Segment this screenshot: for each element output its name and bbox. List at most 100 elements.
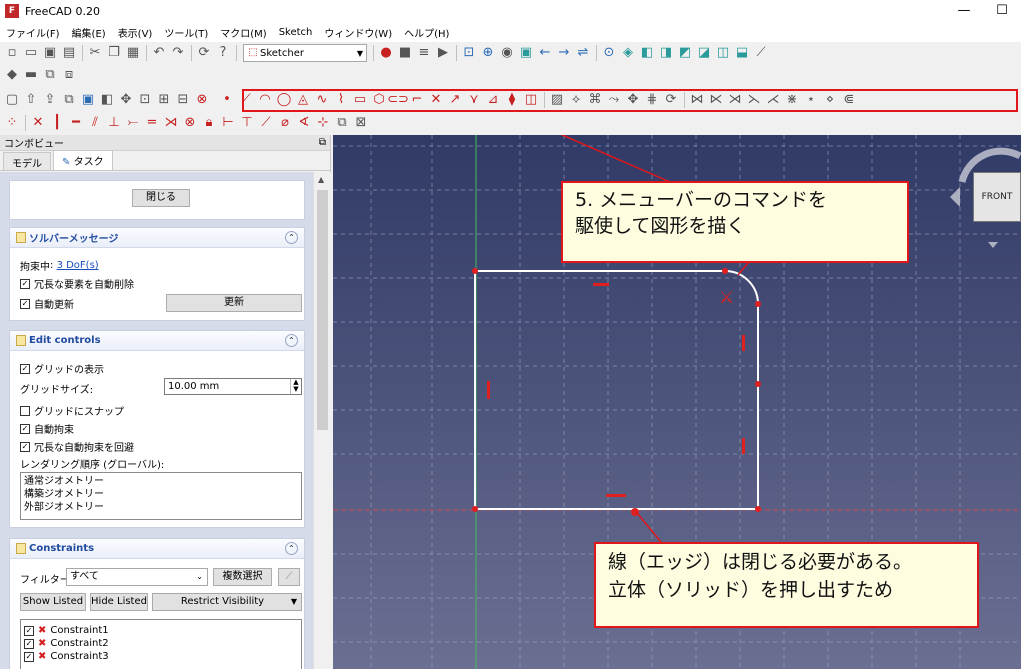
horizontal-constraint-icon[interactable] xyxy=(606,494,626,497)
table-row[interactable]: ✓ ✖ Constraint3 xyxy=(24,650,298,663)
stop-operation-icon[interactable]: ⊗ xyxy=(193,91,211,109)
workbench-selector[interactable]: ⬚ Sketcher ▼ xyxy=(243,44,367,62)
tangent-constraint-icon[interactable]: ⚔ xyxy=(719,288,734,308)
map-sketch-icon[interactable]: ✥ xyxy=(117,91,135,109)
macro-stop-icon[interactable]: ■ xyxy=(396,44,414,62)
construction-mode-icon[interactable]: ◫ xyxy=(522,91,540,109)
grid-size-input[interactable]: 10.00 mm ▲ ▼ xyxy=(164,378,302,395)
constrain-point-on-object-icon[interactable]: ✕ xyxy=(29,114,47,132)
rectangular-array-icon[interactable]: ⋕ xyxy=(643,91,661,109)
collapse-icon[interactable]: ⌃ xyxy=(285,231,298,244)
slot-icon[interactable]: ⊂⊃ xyxy=(387,91,409,109)
view-sketch-icon[interactable]: ▣ xyxy=(79,91,97,109)
auto-constraints-checkbox[interactable]: ✓ 自動拘束 xyxy=(20,421,74,436)
constraint-list[interactable]: ✓ ✖ Constraint1 ✓ ✖ Constraint2 ✓ ✖ Constraint… xyxy=(20,619,302,669)
point-icon[interactable]: • xyxy=(218,91,236,109)
conic-icon[interactable]: ◬ xyxy=(294,91,312,109)
bspline-convert-icon[interactable]: ⋇ xyxy=(783,91,801,109)
new-sketch-icon[interactable]: ▢ xyxy=(3,91,21,109)
bounding-box-icon[interactable]: ▣ xyxy=(517,44,535,62)
list-item[interactable]: 外部ジオメトリー xyxy=(24,501,298,514)
bspline-knot-icon[interactable]: ⋋ xyxy=(745,91,763,109)
constrain-tangent-icon[interactable]: ⤚ xyxy=(124,114,142,132)
zoom-icon[interactable]: ⊙ xyxy=(600,44,618,62)
fillet-icon[interactable]: ⌐ xyxy=(408,91,426,109)
clone-icon[interactable]: ⌘ xyxy=(586,91,604,109)
bspline-degree-icon[interactable]: ⋈ xyxy=(688,91,706,109)
copy-geometry-icon[interactable]: ⤳ xyxy=(605,91,623,109)
constrain-radius-icon[interactable]: ⌀ xyxy=(276,114,294,132)
table-row[interactable]: ✓ ✖ Constraint2 xyxy=(24,637,298,650)
polygon-icon[interactable]: ⬡ xyxy=(370,91,388,109)
macro-edit-icon[interactable]: ≡ xyxy=(415,44,433,62)
measure-icon[interactable]: ⟋ xyxy=(752,44,770,62)
bspline-increase-icon[interactable]: ⋆ xyxy=(802,91,820,109)
show-grid-checkbox[interactable]: ✓ グリッドの表示 xyxy=(20,361,104,376)
tab-task[interactable]: ✎ タスク xyxy=(53,150,113,170)
auto-remove-redundant-checkbox[interactable]: ✓ 冗長な要素を自動削除 xyxy=(20,276,134,291)
toggle-active-icon[interactable]: ⊠ xyxy=(352,114,370,132)
toggle-driving-icon[interactable]: ⧉ xyxy=(333,114,351,132)
redo-icon[interactable]: ↷ xyxy=(169,44,187,62)
close-button[interactable]: 閉じる xyxy=(132,189,190,207)
new-file-icon[interactable]: ▫ xyxy=(3,44,21,62)
bspline-comb-icon[interactable]: ⋊ xyxy=(726,91,744,109)
menu-tools[interactable]: ツール(T) xyxy=(158,25,214,40)
hide-listed-button[interactable]: Hide Listed xyxy=(90,593,148,611)
forward-icon[interactable]: → xyxy=(555,44,573,62)
arc-icon[interactable]: ◠ xyxy=(256,91,274,109)
macro-run-icon[interactable]: ▶ xyxy=(434,44,452,62)
restrict-visibility-button[interactable]: Restrict Visibility ▼ xyxy=(152,593,302,611)
bspline-join-icon[interactable]: ⋐ xyxy=(840,91,858,109)
constrain-snell-icon[interactable]: ⊹ xyxy=(314,114,332,132)
save-icon[interactable]: ▣ xyxy=(41,44,59,62)
copy-icon[interactable]: ❐ xyxy=(105,44,123,62)
sketch-vertex[interactable] xyxy=(755,506,761,512)
constrain-angle-icon[interactable]: ∢ xyxy=(295,114,313,132)
vertical-constraint-icon[interactable] xyxy=(742,335,745,351)
attach-sketch-icon[interactable]: ⇪ xyxy=(41,91,59,109)
refresh-icon[interactable]: ⟳ xyxy=(195,44,213,62)
view-section-icon[interactable]: ◧ xyxy=(98,91,116,109)
constrain-vertical-distance-icon[interactable]: ⊤ xyxy=(238,114,256,132)
view-top-icon[interactable]: ◨ xyxy=(657,44,675,62)
draw-style-icon[interactable]: ◉ xyxy=(498,44,516,62)
symmetry-icon[interactable]: ⟡ xyxy=(567,91,585,109)
constrain-symmetric-icon[interactable]: ⋊ xyxy=(162,114,180,132)
constrain-horizontal-icon[interactable]: ━ xyxy=(67,114,85,132)
scrollbar-thumb[interactable] xyxy=(317,190,328,430)
back-icon[interactable]: ← xyxy=(536,44,554,62)
view-front-icon[interactable]: ◧ xyxy=(638,44,656,62)
constrain-parallel-icon[interactable]: ⫽ xyxy=(86,114,104,132)
list-item[interactable]: 通常ジオメトリー xyxy=(24,475,298,488)
constrain-vertical-icon[interactable]: ┃ xyxy=(48,114,66,132)
circle-icon[interactable]: ◯ xyxy=(275,91,293,109)
update-button[interactable]: 更新 xyxy=(166,294,302,312)
snap-grid-checkbox[interactable]: グリッドにスナップ xyxy=(20,403,124,418)
view-rear-icon[interactable]: ◪ xyxy=(695,44,713,62)
sketch-vertex[interactable] xyxy=(722,268,728,274)
vertical-constraint-icon[interactable] xyxy=(487,381,490,399)
vertical-constraint-icon[interactable] xyxy=(742,438,745,454)
extend-icon[interactable]: ↗ xyxy=(446,91,464,109)
solver-messages-header[interactable]: ソルバーメッセージ ⌃ xyxy=(10,228,304,248)
sketch-profile[interactable] xyxy=(474,270,759,510)
float-panel-icon[interactable]: ⧉ xyxy=(319,137,326,148)
menu-edit[interactable]: 編集(E) xyxy=(66,25,112,40)
make-link-icon[interactable]: ⧉ xyxy=(41,66,59,84)
list-item[interactable]: 構築ジオメトリー xyxy=(24,488,298,501)
select-elements-icon[interactable]: ▨ xyxy=(548,91,566,109)
menu-macro[interactable]: マクロ(M) xyxy=(214,25,272,40)
maximize-button[interactable]: ☐ xyxy=(983,0,1021,22)
nav-cube[interactable]: FRONT xyxy=(973,172,1021,222)
sync-view-icon[interactable]: ⇌ xyxy=(574,44,592,62)
bspline-decrease-icon[interactable]: ⋄ xyxy=(821,91,839,109)
constraints-header[interactable]: Constraints ⌃ xyxy=(10,539,304,559)
tab-model[interactable]: モデル xyxy=(3,152,51,170)
constrain-block-icon[interactable]: ⊗ xyxy=(181,114,199,132)
avoid-redundant-checkbox[interactable]: ✓ 冗長な自動拘束を回避 xyxy=(20,439,134,454)
whats-this-icon[interactable]: ? xyxy=(214,44,232,62)
constrain-distance-icon[interactable]: ⟋ xyxy=(257,114,275,132)
dof-link[interactable]: 3 DoF(s) xyxy=(57,260,99,271)
constrain-horizontal-distance-icon[interactable]: ⊢ xyxy=(219,114,237,132)
